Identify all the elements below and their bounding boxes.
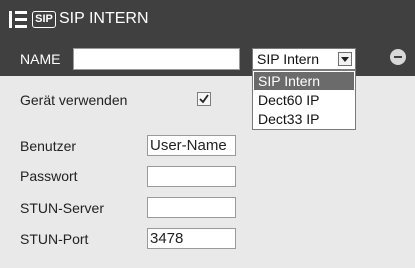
stun-server-label: STUN-Server	[20, 200, 105, 216]
panel-title: SIP INTERN	[59, 10, 149, 27]
remove-icon[interactable]	[390, 49, 406, 65]
user-input-value: User-Name	[150, 137, 227, 154]
name-input[interactable]	[73, 48, 240, 70]
device-type-select-value: SIP Intern	[257, 51, 320, 67]
device-type-dropdown: SIP Intern Dect60 IP Dect33 IP	[252, 70, 356, 130]
dropdown-option-dect60-ip[interactable]: Dect60 IP	[254, 91, 354, 109]
dropdown-option-dect33-ip[interactable]: Dect33 IP	[254, 110, 354, 128]
user-input[interactable]: User-Name	[147, 135, 236, 156]
stun-port-label: STUN-Port	[20, 231, 89, 247]
checkmark-icon	[199, 94, 209, 104]
settings-panel: SIP SIP INTERN NAME SIP Intern SIP Inter…	[0, 0, 415, 268]
password-label: Passwort	[20, 168, 78, 184]
chevron-down-icon[interactable]	[338, 52, 352, 66]
user-label: Benutzer	[20, 138, 77, 154]
list-icon	[15, 11, 27, 28]
stun-port-input[interactable]: 3478	[147, 228, 236, 249]
stun-port-input-value: 3478	[150, 230, 184, 247]
sip-badge: SIP	[32, 11, 56, 28]
stun-server-input[interactable]	[147, 197, 236, 218]
dropdown-option-sip-intern[interactable]: SIP Intern	[254, 72, 354, 90]
drag-handle-icon[interactable]	[9, 11, 12, 28]
use-device-label: Gerät verwenden	[20, 92, 128, 108]
use-device-checkbox[interactable]	[197, 92, 211, 106]
name-label: NAME	[20, 51, 61, 67]
title-bar: SIP SIP INTERN	[0, 0, 415, 38]
password-input[interactable]	[147, 166, 236, 187]
device-type-select[interactable]: SIP Intern	[252, 48, 356, 70]
